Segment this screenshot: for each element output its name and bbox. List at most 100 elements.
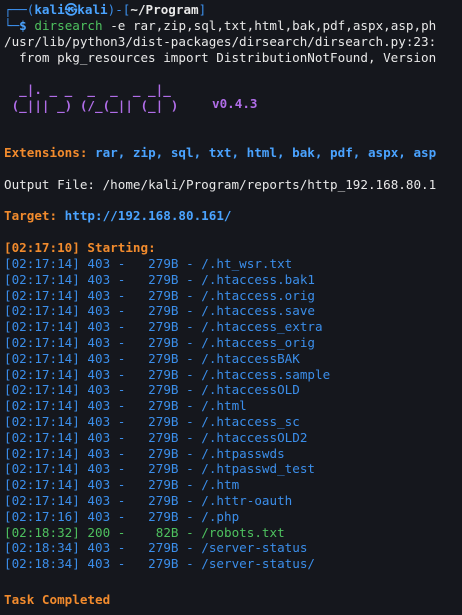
- task-completed: Task Completed: [4, 592, 111, 607]
- command-name: dirsearch: [34, 18, 103, 33]
- result-status: 403: [87, 382, 111, 398]
- output-file-path: /home/kali/Program/reports/http_192.168.…: [102, 177, 437, 192]
- prompt-line-1: ┌──(kali㉿kali)-[~/Program]: [4, 2, 206, 18]
- result-path: /.htaccess.save: [201, 303, 315, 319]
- prompt-prefix: ┌──(: [4, 2, 35, 17]
- result-path: /.htpasswds: [201, 445, 285, 461]
- result-status: 403: [87, 445, 111, 461]
- result-row: [02:17:14] 403 - 279B - /.htaccess.sampl…: [4, 366, 331, 382]
- extensions-line: Extensions: rar, zip, sql, txt, html, ba…: [4, 145, 436, 161]
- result-size: 279B: [148, 366, 179, 382]
- result-status: 403: [87, 335, 111, 350]
- command-args: -e rar,zip,sql,txt,html,bak,pdf,aspx,asp…: [110, 18, 437, 33]
- result-row: [02:17:14] 403 - 279B - /.htaccess.orig: [4, 287, 315, 303]
- result-row: [02:17:14] 403 - 279B - /.htaccess_orig: [4, 335, 315, 350]
- result-timestamp: [02:17:16]: [4, 508, 80, 524]
- result-path: /.ht_wsr.txt: [201, 256, 293, 271]
- result-status: 403: [87, 398, 111, 414]
- result-status: 403: [87, 461, 111, 477]
- result-status: 403: [87, 319, 111, 335]
- result-size: 279B: [148, 382, 179, 398]
- result-size: 279B: [148, 540, 179, 556]
- result-path: /.htaccess.sample: [201, 366, 331, 382]
- result-timestamp: [02:17:14]: [4, 461, 80, 477]
- result-row: [02:17:14] 403 - 279B - /.htaccess.bak1: [4, 271, 315, 287]
- result-timestamp: [02:17:14]: [4, 319, 80, 335]
- prompt-cwd: ~/Program: [130, 2, 199, 17]
- result-row: [02:18:34] 403 - 279B - /server-status: [4, 540, 308, 556]
- result-row: [02:18:32] 200 - 82B - /robots.txt: [4, 524, 285, 540]
- result-path: /.htaccess_extra: [201, 319, 323, 335]
- banner-logo-row-2: (_||| _) (/_(_|| (_| ): [4, 98, 179, 113]
- result-path: /.httr-oauth: [201, 493, 293, 508]
- command-line[interactable]: └─$ dirsearch -e rar,zip,sql,txt,html,ba…: [4, 18, 436, 34]
- result-path: /.htaccessBAK: [201, 350, 300, 366]
- result-path: /server-status: [201, 540, 308, 556]
- result-row: [02:17:14] 403 - 279B - /.htaccess_extra: [4, 319, 323, 335]
- result-path: /.php: [201, 508, 240, 524]
- result-path: /robots.txt: [201, 524, 285, 540]
- result-path: /.htaccessOLD2: [201, 429, 308, 445]
- output-file-label: Output File:: [4, 177, 95, 192]
- result-status: 403: [87, 540, 111, 556]
- result-timestamp: [02:17:14]: [4, 256, 80, 271]
- banner-version: v0.4.3: [212, 96, 258, 111]
- result-size: 279B: [148, 319, 179, 335]
- warning-line-1: /usr/lib/python3/dist-packages/dirsearch…: [4, 34, 437, 49]
- target-url: http://192.168.80.161/: [64, 208, 232, 223]
- prompt-user: kali: [34, 2, 65, 17]
- result-size: 279B: [148, 429, 179, 445]
- result-timestamp: [02:17:14]: [4, 366, 80, 382]
- result-size: 279B: [148, 335, 179, 350]
- extensions-value: rar, zip, sql, txt, html, bak, pdf, aspx…: [95, 145, 437, 160]
- result-row: [02:17:14] 403 - 279B - /.htaccessOLD2: [4, 429, 308, 445]
- result-status: 403: [87, 477, 111, 493]
- result-path: /.htaccess.bak1: [201, 271, 315, 287]
- result-size: 279B: [148, 350, 179, 366]
- result-path: /.htm: [201, 477, 240, 493]
- result-status: 403: [87, 429, 111, 445]
- result-status: 403: [87, 508, 111, 524]
- prompt-corner: └─: [4, 18, 20, 33]
- target-line: Target: http://192.168.80.161/: [4, 208, 231, 224]
- prompt-dollar: $: [19, 18, 27, 33]
- result-row: [02:17:14] 403 - 279B - /.ht_wsr.txt: [4, 256, 293, 271]
- result-timestamp: [02:17:14]: [4, 493, 80, 508]
- result-size: 279B: [148, 398, 179, 414]
- prompt-separator: )-[: [107, 2, 131, 17]
- result-path: /.htaccess.orig: [201, 287, 315, 303]
- result-row: [02:17:14] 403 - 279B - /.htaccess_sc: [4, 414, 300, 429]
- result-status: 403: [87, 556, 111, 572]
- result-timestamp: [02:18:34]: [4, 556, 80, 572]
- warning-line-2: from pkg_resources import DistributionNo…: [4, 50, 437, 65]
- result-path: /server-status/: [201, 556, 315, 572]
- banner-logo-row-1: _|. _ _ _ _ _ _|_: [4, 82, 171, 97]
- result-status: 403: [87, 350, 111, 366]
- result-size: 279B: [148, 508, 179, 524]
- result-size: 279B: [148, 493, 179, 508]
- result-timestamp: [02:17:14]: [4, 445, 80, 461]
- result-size: 279B: [148, 256, 179, 271]
- result-path: /.htaccess_sc: [201, 414, 300, 429]
- target-label: Target:: [4, 208, 58, 223]
- result-status: 403: [87, 493, 111, 508]
- result-row: [02:17:14] 403 - 279B - /.html: [4, 398, 247, 414]
- result-status: 200: [87, 524, 111, 540]
- result-timestamp: [02:17:14]: [4, 350, 80, 366]
- result-timestamp: [02:18:32]: [4, 524, 80, 540]
- result-row: [02:17:14] 403 - 279B - /.htaccessOLD: [4, 382, 300, 398]
- result-path: /.htaccessOLD: [201, 382, 300, 398]
- result-row: [02:17:16] 403 - 279B - /.php: [4, 508, 240, 524]
- starting-line: [02:17:10] Starting:: [4, 240, 156, 256]
- result-size: 279B: [148, 414, 179, 429]
- result-status: 403: [87, 271, 111, 287]
- result-timestamp: [02:17:14]: [4, 429, 80, 445]
- terminal-window[interactable]: ┌──(kali㉿kali)-[~/Program] └─$ dirsearch…: [0, 0, 462, 615]
- result-timestamp: [02:17:14]: [4, 398, 80, 414]
- result-row: [02:17:14] 403 - 279B - /.htpasswd_test: [4, 461, 315, 477]
- result-size: 279B: [148, 445, 179, 461]
- result-row: [02:17:14] 403 - 279B - /.htaccess.save: [4, 303, 315, 319]
- result-row: [02:17:14] 403 - 279B - /.htaccessBAK: [4, 350, 300, 366]
- starting-timestamp: [02:17:10]: [4, 240, 80, 255]
- extensions-label: Extensions:: [4, 145, 88, 160]
